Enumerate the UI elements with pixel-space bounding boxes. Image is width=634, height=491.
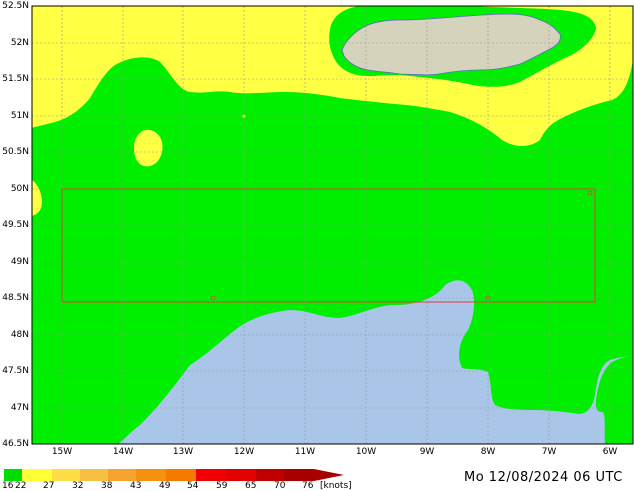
lon-label: 14W — [112, 447, 134, 457]
lon-label: 10W — [355, 447, 377, 457]
lon-label: 11W — [294, 447, 316, 457]
lat-label: 51.5N — [2, 74, 29, 84]
lon-label: 7W — [541, 447, 557, 457]
lat-label: 52N — [10, 38, 29, 48]
lat-label: 47N — [10, 403, 29, 413]
legend-bin — [256, 469, 284, 481]
legend-arrow — [314, 469, 344, 481]
legend-bin — [52, 469, 80, 481]
legend-bin — [80, 469, 108, 481]
lon-label: 13W — [172, 447, 194, 457]
legend-bin — [4, 469, 22, 481]
legend-bin — [136, 469, 166, 481]
legend-bin — [284, 469, 314, 481]
legend-bin — [166, 469, 196, 481]
lon-label: 8W — [480, 447, 496, 457]
lon-label: 15W — [51, 447, 73, 457]
wind-speed-map — [31, 5, 634, 445]
lat-label: 48.5N — [2, 293, 29, 303]
lat-label: 46.5N — [2, 439, 29, 449]
lat-label: 52.5N — [2, 1, 29, 11]
lat-label: 47.5N — [2, 366, 29, 376]
lon-label: 6W — [602, 447, 618, 457]
lat-label: 50N — [10, 184, 29, 194]
forecast-timestamp: Mo 12/08/2024 06 UTC — [464, 470, 623, 485]
lon-label: 12W — [233, 447, 255, 457]
lat-label: 49.5N — [2, 220, 29, 230]
legend-bin — [108, 469, 136, 481]
legend-bin — [226, 469, 256, 481]
lat-label: 48N — [10, 330, 29, 340]
lat-label: 51N — [10, 111, 29, 121]
lat-label: 49N — [10, 257, 29, 267]
lat-label: 50.5N — [2, 147, 29, 157]
legend-bin — [196, 469, 226, 481]
lon-label: 9W — [419, 447, 435, 457]
legend-bin — [22, 469, 52, 481]
